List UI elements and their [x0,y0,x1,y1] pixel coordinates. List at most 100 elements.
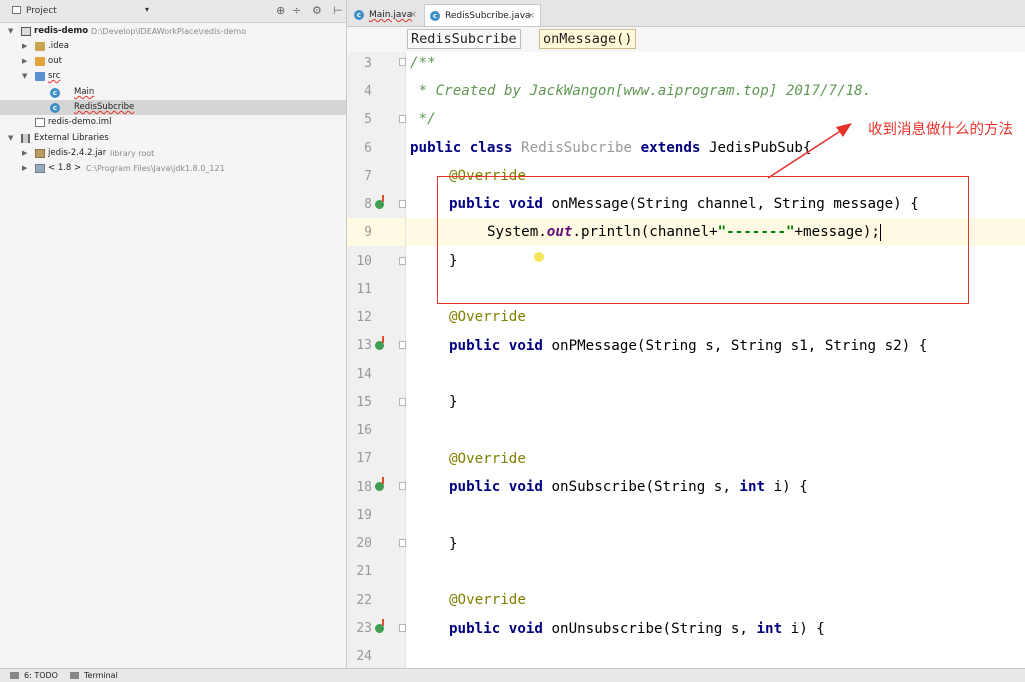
terminal-tool-button[interactable]: Terminal [70,671,118,680]
line-number: 13 [356,338,372,353]
chevron-down-icon[interactable]: ▾ [145,5,149,14]
tree-item-path: C:\Program Files\Java\jdk1.8.0_121 [86,164,225,173]
line-number: 10 [356,254,372,269]
file-icon [35,118,45,127]
class-icon: c [354,10,364,20]
expand-arrow-icon[interactable]: ▼ [8,131,13,146]
tree-item-label: redis-demo.iml [48,117,112,127]
editor-gutter[interactable]: 3 4 5 6 7 8 9 10 11 12 13 14 15 16 17 18… [347,52,406,668]
line-number: 6 [364,141,372,156]
fold-marker-icon[interactable] [399,341,406,349]
tree-item-label: External Libraries [34,133,109,143]
fold-marker-icon[interactable] [399,200,406,208]
todo-icon [10,672,19,679]
annotation-text: 收到消息做什么的方法 [868,122,1013,138]
class-icon: c [50,88,60,98]
line-number: 3 [364,56,372,71]
line-number: 24 [356,649,372,664]
tree-item-jdk[interactable]: ▶ < 1.8 > C:\Program Files\Java\jdk1.8.0… [0,161,346,176]
project-panel-title[interactable]: Project [26,6,57,16]
line-number: 7 [364,169,372,184]
line-number: 8 [364,197,372,212]
line-number: 22 [356,593,372,608]
fold-marker-icon[interactable] [399,58,406,66]
project-view-icon [12,6,21,14]
code-line: } [449,536,458,552]
implements-method-icon[interactable] [375,195,384,209]
jar-icon [35,149,45,158]
expand-arrow-icon[interactable]: ▼ [8,24,13,39]
todo-tool-button[interactable]: 6: TODO [10,671,58,680]
breadcrumb: RedisSubcribe onMessage() [347,27,1025,53]
module-icon [21,27,31,36]
gear-icon[interactable]: ⚙ [312,4,322,17]
mouse-cursor-highlight [534,252,544,262]
code-editor[interactable]: /** * Created by JackWangon[www.aiprogra… [406,52,1025,668]
line-number: 23 [356,621,372,636]
breadcrumb-class[interactable]: RedisSubcribe [407,29,521,49]
tree-item-jedis-jar[interactable]: ▶ jedis-2.4.2.jar library root [0,146,346,161]
breadcrumb-method[interactable]: onMessage() [539,29,637,49]
tab-label: Main.java [369,10,413,20]
libraries-icon [21,134,30,143]
fold-marker-icon[interactable] [399,115,406,123]
expand-arrow-icon[interactable]: ▼ [22,69,27,84]
implements-method-icon[interactable] [375,619,384,633]
tree-item-label: jedis-2.4.2.jar [48,148,107,158]
close-icon[interactable]: × [409,4,417,26]
folder-icon [35,42,45,51]
jdk-icon [35,164,45,173]
tree-item-hint: library root [110,149,155,158]
tree-item-main[interactable]: c Main [0,85,346,100]
project-panel-header: Project ▾ ⊕ ÷ ⚙ ⊢ [0,0,346,23]
folder-icon [35,57,45,66]
line-number: 17 [356,451,372,466]
tab-main-java[interactable]: c Main.java × [349,4,422,26]
collapsed-arrow-icon[interactable]: ▶ [22,161,27,176]
tab-label: RedisSubcribe.java [445,11,531,21]
line-number: 5 [364,112,372,127]
fold-marker-icon[interactable] [399,398,406,406]
line-number: 21 [356,564,372,579]
code-line: public void onSubscribe(String s, int i)… [449,479,808,495]
tree-item-label: redis-demo [34,26,89,36]
line-number: 19 [356,508,372,523]
hide-panel-icon[interactable]: ⊢ [333,4,343,17]
collapsed-arrow-icon[interactable]: ▶ [22,54,27,69]
tree-item-src[interactable]: ▼ src [0,69,346,84]
collapsed-arrow-icon[interactable]: ▶ [22,146,27,161]
line-number: 4 [364,84,372,99]
fold-marker-icon[interactable] [399,539,406,547]
implements-method-icon[interactable] [375,477,384,491]
sync-icon[interactable]: ⊕ [276,4,285,17]
class-icon: c [430,11,440,21]
collapsed-arrow-icon[interactable]: ▶ [22,39,27,54]
tree-item-out[interactable]: ▶ out [0,54,346,69]
tool-window-bar: 6: TODO Terminal [0,668,1025,682]
tree-item-redis-demo[interactable]: ▼ redis-demo D:\Develop\IDEAWorkPlace\re… [0,24,346,39]
tree-item-idea[interactable]: ▶ .idea [0,39,346,54]
tab-redissubcribe-java[interactable]: c RedisSubcribe.java × [424,4,541,26]
todo-label: 6: TODO [24,671,58,680]
implements-method-icon[interactable] [375,336,384,350]
terminal-label: Terminal [84,671,118,680]
fold-marker-icon[interactable] [399,482,406,490]
collapse-icon[interactable]: ÷ [292,4,301,17]
fold-marker-icon[interactable] [399,257,406,265]
close-icon[interactable]: × [527,5,535,27]
tree-item-external-libraries[interactable]: ▼ External Libraries [0,131,346,146]
fold-marker-icon[interactable] [399,624,406,632]
line-number: 16 [356,423,372,438]
code-line: @Override [449,592,526,608]
tree-item-redissubcribe[interactable]: c RedisSubcribe [0,100,346,115]
code-line: /** [410,55,436,71]
class-icon: c [50,103,60,113]
tree-item-label: out [48,56,62,66]
code-line: } [449,394,458,410]
line-number: 9 [364,225,372,240]
highlight-box [437,176,969,304]
tree-item-iml[interactable]: redis-demo.iml [0,115,346,130]
tree-item-label: src [48,71,61,81]
tree-item-label: Main [74,87,95,97]
source-folder-icon [35,72,45,81]
